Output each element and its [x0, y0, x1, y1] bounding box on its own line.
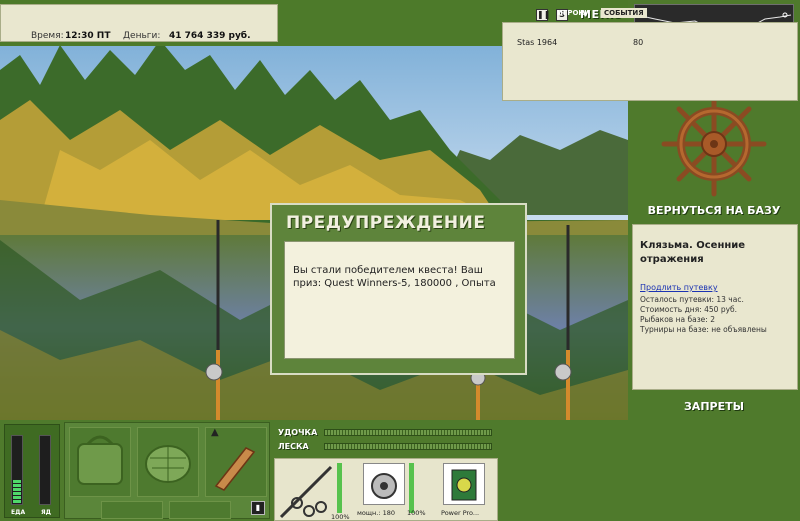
rod-label: УДОЧКА [278, 428, 318, 437]
line-slot[interactable] [443, 463, 485, 505]
tab-events[interactable]: СОБЫТИЯ [600, 8, 647, 18]
reel-icon [371, 473, 397, 499]
rod-durability-fill [337, 463, 342, 513]
dialog-title: ПРЕДУПРЕЖДЕНИЕ [286, 213, 486, 233]
rod-tension-bar [324, 429, 492, 436]
player-name: Stas 1964 [517, 38, 558, 47]
return-to-base-button[interactable]: ВЕРНУТЬСЯ НА БАЗУ [628, 204, 800, 217]
ship-wheel-button[interactable] [628, 91, 800, 202]
line-spool-icon [451, 469, 477, 501]
inventory-toggle-button[interactable]: ▮ [251, 501, 265, 515]
poison-meter [39, 435, 51, 505]
meters-panel: ЕДА ЯД [4, 424, 60, 518]
chat-tabs: ИГРОКИ СОБЫТИЯ [554, 8, 647, 18]
bottom-panel: ЕДА ЯД ▲ ▮ УДОЧКА ЛЕСКА 100% мощн.: 180 … [0, 420, 628, 521]
tournaments-info: Турниры на базе: не объявлены [640, 325, 767, 334]
food-meter-fill [13, 479, 21, 503]
reel-slot[interactable] [363, 463, 405, 505]
base-info-panel: Клязьма. Осенние отражения Продлить путе… [632, 224, 798, 390]
line-name: Power Pro... [441, 509, 480, 517]
inventory-slot-extra-2[interactable] [169, 501, 231, 519]
money-value: 41 764 339 руб. [169, 31, 251, 41]
reel-durability-bar [409, 463, 414, 513]
extend-permit-link[interactable]: Продлить путевку [640, 283, 791, 292]
food-label: ЕДА [11, 509, 26, 516]
anglers-count: Рыбаков на базе: 2 [640, 315, 715, 324]
bag-icon [77, 435, 123, 485]
tab-players[interactable]: ИГРОКИ [554, 8, 593, 18]
reel-power: мощн.: 180 [357, 509, 395, 517]
bans-button[interactable]: ЗАПРЕТЫ [628, 400, 800, 413]
rod-icon [279, 465, 333, 519]
inventory-slot-bag[interactable] [69, 427, 131, 497]
warning-dialog: ПРЕДУПРЕЖДЕНИЕ Вы стали победителем квес… [270, 203, 527, 375]
rod-durability-bar [337, 463, 342, 513]
tackle-panel: УДОЧКА ЛЕСКА 100% мощн.: 180 100% Power … [274, 422, 498, 521]
food-meter [11, 435, 23, 505]
knife-icon [214, 447, 256, 491]
permit-time-left: Осталось путевки: 13 час. [640, 295, 744, 304]
day-cost: Стоимость дня: 450 руб. [640, 305, 738, 314]
net-icon [145, 445, 191, 483]
dialog-message-box: Вы стали победителем квеста! Ваш приз: Q… [284, 241, 515, 359]
rod-equipment-panel: 100% мощн.: 180 100% Power Pro... [274, 458, 498, 521]
money-label: Деньги: [123, 31, 161, 41]
line-label: ЛЕСКА [278, 442, 309, 451]
poison-label: ЯД [41, 509, 51, 516]
inventory-slot-extra-1[interactable] [101, 501, 163, 519]
chat-panel: ИГРОКИ СОБЫТИЯ Stas 1964 80 [500, 2, 800, 101]
line-tension-bar [324, 443, 492, 450]
base-title: Клязьма. Осенние отражения [640, 240, 746, 265]
time-label: Время: [31, 31, 64, 41]
player-score: 80 [633, 38, 644, 47]
reel-durability-fill [409, 463, 414, 513]
inventory-slot-net[interactable] [137, 427, 199, 497]
time-value: 12:30 ПТ [65, 31, 111, 41]
status-panel: Время: 12:30 ПТ Деньги: 41 764 339 руб. [0, 4, 278, 42]
cursor-icon: ▲ [211, 427, 219, 438]
rod-slot[interactable] [277, 463, 335, 521]
dialog-message: Вы стали победителем квеста! Ваш приз: Q… [293, 265, 496, 289]
rod-percent: 100% [331, 513, 350, 521]
inventory-panel: ▲ ▮ [64, 422, 270, 519]
ship-wheel-icon [661, 91, 767, 197]
events-list: Stas 1964 80 [502, 22, 798, 101]
reel-percent: 100% [407, 509, 426, 517]
